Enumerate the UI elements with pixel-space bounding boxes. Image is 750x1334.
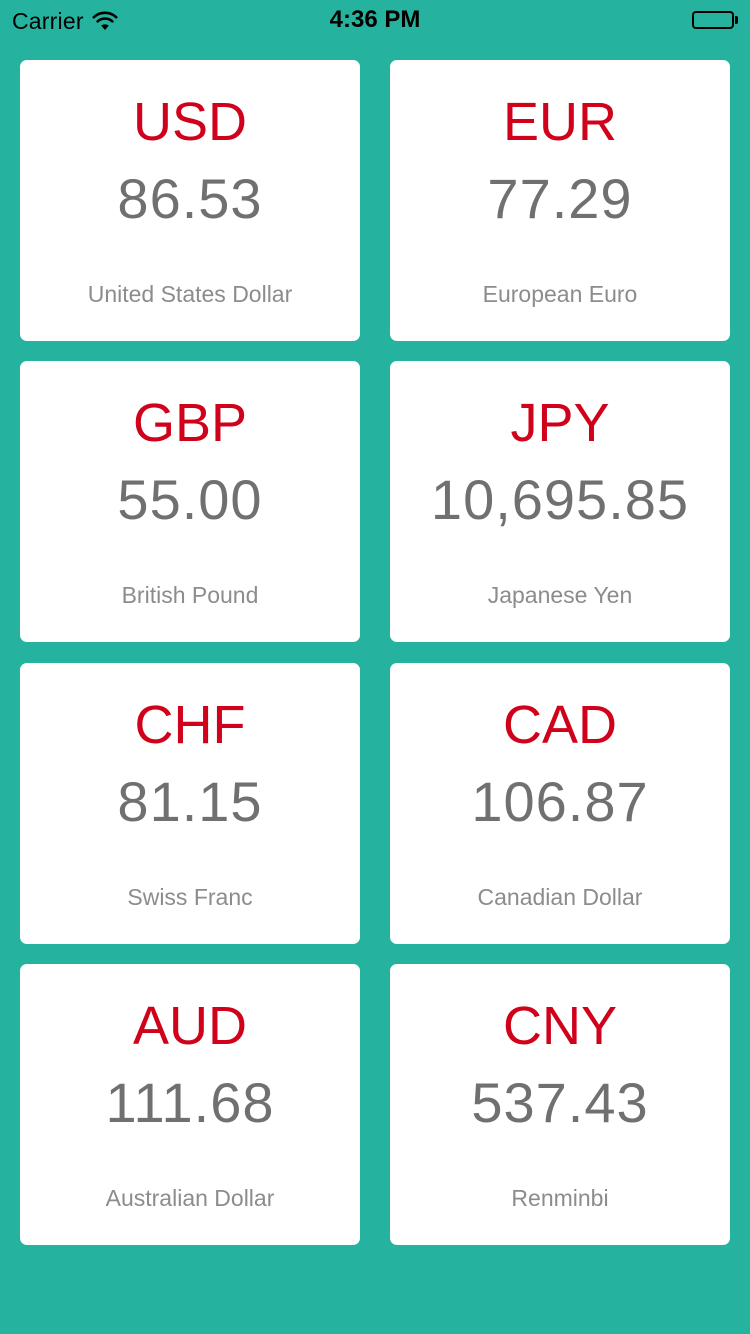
- currency-rate: 106.87: [471, 770, 649, 833]
- currency-name: European Euro: [482, 281, 638, 307]
- currency-card-cny[interactable]: CNY 537.43 Renminbi: [390, 964, 730, 1245]
- currency-rate: 537.43: [471, 1071, 649, 1134]
- currency-card-chf[interactable]: CHF 81.15 Swiss Franc: [20, 663, 360, 944]
- currency-code: JPY: [510, 393, 610, 453]
- currency-name: British Pound: [121, 582, 259, 608]
- battery-icon: [692, 10, 738, 30]
- currency-card-aud[interactable]: AUD 111.68 Australian Dollar: [20, 964, 360, 1245]
- status-time: 4:36 PM: [329, 6, 421, 33]
- currency-rate: 111.68: [105, 1071, 275, 1134]
- currency-rate: 81.15: [117, 770, 263, 833]
- currency-card-jpy[interactable]: JPY 10,695.85 Japanese Yen: [390, 361, 730, 642]
- currency-rate: 55.00: [117, 468, 263, 531]
- currency-code: GBP: [132, 393, 248, 453]
- currency-rate: 86.53: [117, 167, 263, 230]
- currency-code: CAD: [502, 695, 617, 755]
- currency-name: Canadian Dollar: [477, 884, 643, 910]
- currency-code: USD: [132, 92, 247, 152]
- currency-rate: 77.29: [487, 167, 633, 230]
- currency-card-usd[interactable]: USD 86.53 United States Dollar: [20, 60, 360, 341]
- currency-name: United States Dollar: [87, 281, 293, 307]
- currency-name: Renminbi: [511, 1185, 609, 1211]
- currency-name: Swiss Franc: [127, 884, 253, 910]
- currency-code: CHF: [134, 695, 246, 755]
- currency-name: Japanese Yen: [487, 582, 633, 608]
- currency-code: CNY: [502, 996, 617, 1056]
- currency-card-cad[interactable]: CAD 106.87 Canadian Dollar: [390, 663, 730, 944]
- currency-name: Australian Dollar: [105, 1185, 275, 1211]
- currency-code: AUD: [132, 996, 247, 1056]
- currency-code: EUR: [502, 92, 617, 152]
- currency-card-eur[interactable]: EUR 77.29 European Euro: [390, 60, 730, 341]
- currency-card-gbp[interactable]: GBP 55.00 British Pound: [20, 361, 360, 642]
- status-bar: Carrier 4:36 PM: [0, 0, 750, 40]
- currency-rate: 10,695.85: [430, 468, 690, 531]
